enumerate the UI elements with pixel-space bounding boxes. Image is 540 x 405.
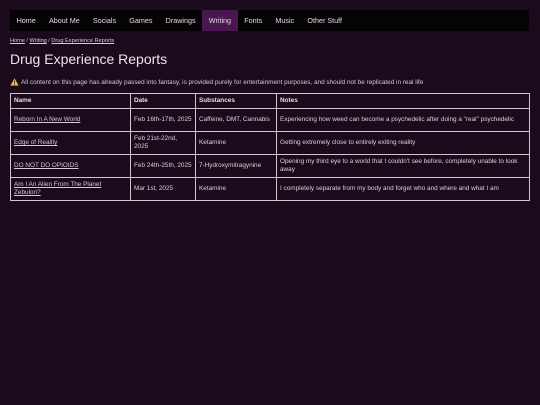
column-header-date: Date: [130, 93, 196, 109]
cell-date: Feb 24th-25th, 2025: [130, 154, 196, 178]
breadcrumb-separator: /: [26, 38, 28, 44]
nav-item-about-me[interactable]: About Me: [42, 10, 86, 31]
nav-item-home[interactable]: Home: [10, 10, 42, 31]
warning-icon: [10, 78, 19, 86]
column-header-notes: Notes: [276, 93, 530, 109]
reports-table: Name Date Substances Notes Reborn In A N…: [10, 93, 530, 201]
breadcrumb-home-link[interactable]: Home: [10, 38, 25, 44]
table-header-row: Name Date Substances Notes: [10, 93, 530, 109]
column-header-name: Name: [10, 93, 131, 109]
cell-name: DO NOT DO OPIOIDS: [10, 154, 131, 178]
nav-item-games[interactable]: Games: [123, 10, 159, 31]
table-row: DO NOT DO OPIOIDS Feb 24th-25th, 2025 7-…: [10, 154, 530, 178]
cell-name: Edge of Reality: [10, 131, 131, 155]
table-row: Edge of Reality Feb 21st-22nd, 2025 Keta…: [10, 131, 530, 155]
page-title: Drug Experience Reports: [10, 51, 168, 67]
cell-notes: Getting extremely close to entirely exit…: [276, 131, 530, 155]
cell-notes: Experiencing how weed can become a psych…: [276, 108, 530, 132]
cell-substances: Ketamine: [195, 177, 277, 201]
breadcrumb: Home / Writing / Drug Experience Reports: [10, 38, 114, 44]
table-row: Reborn In A New World Feb 16th-17th, 202…: [10, 108, 530, 132]
cell-name: Reborn In A New World: [10, 108, 131, 132]
report-link[interactable]: DO NOT DO OPIOIDS: [14, 162, 79, 169]
column-header-substances: Substances: [195, 93, 277, 109]
breadcrumb-writing-link[interactable]: Writing: [29, 38, 46, 44]
cell-notes: I completely separate from my body and f…: [276, 177, 530, 201]
cell-substances: Caffeine, DMT, Cannabis: [195, 108, 277, 132]
report-link[interactable]: Reborn In A New World: [14, 116, 80, 123]
cell-notes: Opening my third eye to a world that I c…: [276, 154, 530, 178]
nav-item-drawings[interactable]: Drawings: [159, 10, 202, 31]
nav-item-fonts[interactable]: Fonts: [238, 10, 269, 31]
cell-substances: 7-Hydroxymitragynine: [195, 154, 277, 178]
table-row: Am I An Alien From The Planet Zebulon? M…: [10, 177, 530, 201]
cell-date: Feb 16th-17th, 2025: [130, 108, 196, 132]
report-link[interactable]: Am I An Alien From The Planet Zebulon?: [14, 181, 101, 196]
nav-item-socials[interactable]: Socials: [86, 10, 122, 31]
main-nav: Home About Me Socials Games Drawings Wri…: [10, 10, 529, 31]
breadcrumb-current-link[interactable]: Drug Experience Reports: [51, 38, 114, 44]
cell-date: Mar 1st, 2025: [130, 177, 196, 201]
nav-item-writing[interactable]: Writing: [202, 10, 238, 31]
cell-substances: Ketamine: [195, 131, 277, 155]
cell-date: Feb 21st-22nd, 2025: [130, 131, 196, 155]
nav-item-other-stuff[interactable]: Other Stuff: [301, 10, 349, 31]
content-notice: All content on this page has already pas…: [10, 78, 423, 86]
cell-name: Am I An Alien From The Planet Zebulon?: [10, 177, 131, 201]
notice-text: All content on this page has already pas…: [21, 78, 424, 86]
report-link[interactable]: Edge of Reality: [14, 139, 57, 146]
nav-item-music[interactable]: Music: [269, 10, 301, 31]
breadcrumb-separator: /: [48, 38, 50, 44]
